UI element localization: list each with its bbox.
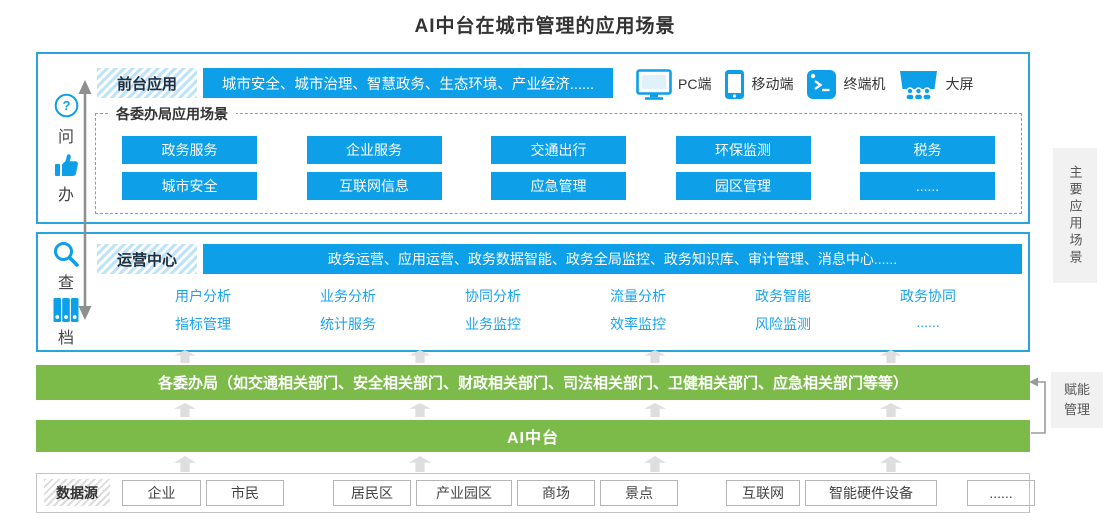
device-bigscreen: 大屏	[898, 69, 973, 100]
datasource-item: ......	[967, 480, 1035, 506]
page-title: AI中台在城市管理的应用场景	[0, 11, 1090, 38]
device-strip: PC端 移动端	[636, 67, 1020, 101]
up-arrow	[174, 456, 196, 472]
up-arrow	[174, 403, 196, 417]
bureau-scenarios-title: 各委办局应用场景	[108, 104, 236, 124]
front-section-banner: 城市安全、城市治理、智慧政务、生态环境、产业经济......	[203, 68, 613, 98]
operation-item: 指标管理	[143, 314, 263, 334]
device-mobile: 移动端	[724, 69, 793, 100]
datasource-item: 互联网	[726, 480, 800, 506]
mobile-icon	[724, 69, 745, 100]
diagram-canvas: AI中台在城市管理的应用场景 前台应用 城市安全、城市治理、智慧政务、生态环境、…	[0, 0, 1110, 529]
datasource-items: 企业 市民 居民区 产业园区 商场 景点 互联网 智能硬件设备 ......	[112, 480, 1035, 506]
operation-section-box: 运营中心 政务运营、应用运营、政务数据智能、政务全局监控、政务知识库、审计管理、…	[36, 232, 1030, 352]
operation-row: 用户分析 业务分析 协同分析 流量分析 政务智能 政务协同	[143, 286, 988, 306]
operation-row: 指标管理 统计服务 业务监控 效率监控 风险监测 ......	[143, 314, 988, 334]
big-screen-icon	[898, 69, 939, 100]
operation-item: 协同分析	[433, 286, 553, 306]
up-arrow	[409, 456, 431, 472]
operation-item: 效率监控	[578, 314, 698, 334]
operation-section-tag: 运营中心	[97, 244, 197, 274]
datasource-item: 产业园区	[416, 480, 512, 506]
pc-icon	[636, 69, 672, 100]
up-arrow	[880, 456, 902, 472]
operation-item: 业务分析	[288, 286, 408, 306]
datasource-item: 市民	[206, 480, 284, 506]
empower-management-label: 赋能管理	[1051, 372, 1103, 428]
bureau-bar: 各委办局（如交通相关部门、安全相关部门、财政相关部门、司法相关部门、卫健相关部门…	[36, 365, 1030, 400]
operation-item: 政务智能	[723, 286, 843, 306]
front-section-tag: 前台应用	[97, 68, 197, 98]
operation-item: 统计服务	[288, 314, 408, 334]
scenario-button: 应急管理	[491, 172, 626, 200]
bureau-scenarios-box: 各委办局应用场景 政务服务 企业服务 交通出行 环保监测 税务 城市安全 互联网…	[95, 113, 1022, 214]
vertical-flow-arrow	[75, 80, 95, 320]
device-mobile-label: 移动端	[751, 74, 793, 94]
operation-item: 政务协同	[868, 286, 988, 306]
datasource-tag: 数据源	[44, 479, 110, 506]
device-pc: PC端	[636, 69, 711, 100]
up-arrow	[644, 456, 666, 472]
front-section-box: 前台应用 城市安全、城市治理、智慧政务、生态环境、产业经济...... PC端	[36, 52, 1030, 224]
device-pc-label: PC端	[678, 74, 711, 94]
ai-platform-bar: AI中台	[36, 420, 1030, 452]
scenario-button-row: 城市安全 互联网信息 应急管理 园区管理 ......	[96, 172, 1021, 200]
svg-text:?: ?	[62, 98, 70, 113]
operation-section-banner: 政务运营、应用运营、政务数据智能、政务全局监控、政务知识库、审计管理、消息中心.…	[203, 244, 1022, 274]
device-terminal-label: 终端机	[843, 74, 885, 94]
terminal-icon	[806, 69, 837, 100]
up-arrow	[880, 403, 902, 417]
datasource-item: 景点	[600, 480, 678, 506]
scenario-button: 交通出行	[491, 136, 626, 164]
datasource-box: 数据源 企业 市民 居民区 产业园区 商场 景点 互联网 智能硬件设备 ....…	[36, 473, 1030, 513]
operation-item: ......	[868, 314, 988, 334]
scenario-button: 政务服务	[122, 136, 257, 164]
scenario-button: 互联网信息	[307, 172, 442, 200]
datasource-item: 智能硬件设备	[805, 480, 937, 506]
datasource-item: 商场	[517, 480, 595, 506]
operation-item: 风险监测	[723, 314, 843, 334]
scenario-button: 环保监测	[676, 136, 811, 164]
up-arrow	[644, 403, 666, 417]
empower-bracket-arrow	[1026, 372, 1054, 440]
up-arrow	[409, 403, 431, 417]
operation-item: 用户分析	[143, 286, 263, 306]
scenario-button-row: 政务服务 企业服务 交通出行 环保监测 税务	[96, 136, 1021, 164]
scenario-button: 企业服务	[307, 136, 442, 164]
operation-item: 业务监控	[433, 314, 553, 334]
scenario-button: 园区管理	[676, 172, 811, 200]
rail-label-archive: 档	[48, 324, 84, 348]
main-scenarios-side-label: 主要应用场景	[1053, 148, 1097, 283]
scenario-button: 城市安全	[122, 172, 257, 200]
datasource-item: 企业	[122, 480, 201, 506]
device-terminal: 终端机	[806, 69, 885, 100]
datasource-item: 居民区	[333, 480, 411, 506]
operation-item: 流量分析	[578, 286, 698, 306]
device-bigscreen-label: 大屏	[945, 74, 973, 94]
scenario-button: ......	[860, 172, 995, 200]
scenario-button: 税务	[860, 136, 995, 164]
